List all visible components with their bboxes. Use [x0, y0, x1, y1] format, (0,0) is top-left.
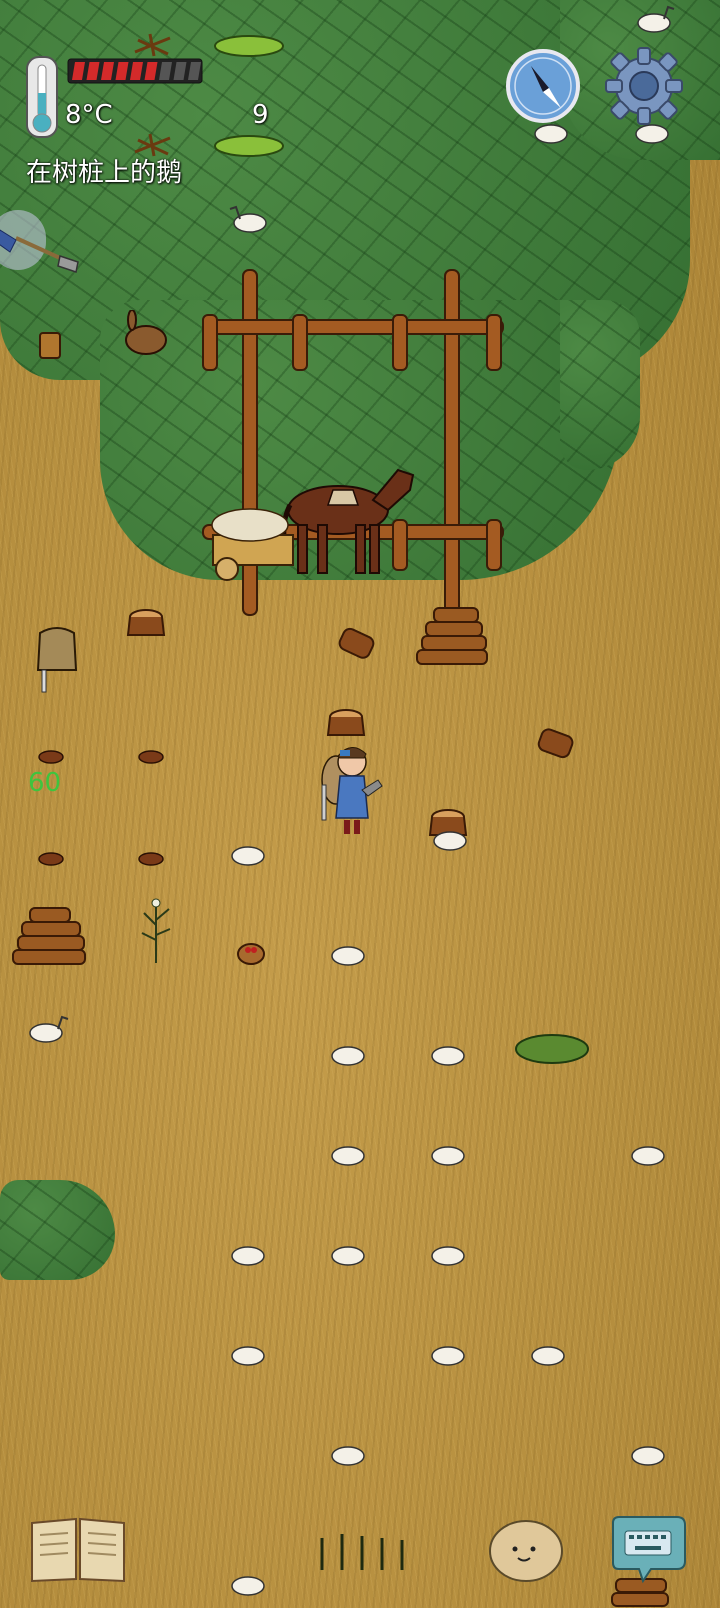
goose[interactable]: [226, 1570, 270, 1598]
gear-icon: [605, 47, 683, 125]
goose[interactable]: [626, 1140, 670, 1168]
berry-bowl[interactable]: [236, 940, 266, 966]
age-indicator: 60: [28, 768, 62, 798]
goose[interactable]: [426, 1340, 470, 1368]
goose[interactable]: [632, 5, 676, 33]
goose[interactable]: [426, 1140, 470, 1168]
game-world[interactable]: [0, 0, 720, 1608]
goose[interactable]: [426, 1040, 470, 1068]
firewood-pile[interactable]: [412, 600, 492, 670]
goose[interactable]: [326, 1040, 370, 1068]
tree-stump[interactable]: [118, 605, 174, 639]
goose[interactable]: [626, 1440, 670, 1468]
goose[interactable]: [326, 940, 370, 968]
thermometer-icon: [26, 56, 58, 138]
mushroom[interactable]: [38, 750, 64, 764]
forest-patch: [0, 1180, 115, 1280]
mushroom[interactable]: [138, 852, 164, 866]
goose[interactable]: [326, 1140, 370, 1168]
player-character[interactable]: [316, 740, 386, 840]
tree-stump[interactable]: [318, 705, 374, 739]
milkweed-plant[interactable]: [136, 895, 176, 965]
held-item-slot[interactable]: [0, 210, 79, 273]
horse-cart[interactable]: [205, 505, 305, 585]
goose[interactable]: [226, 840, 270, 868]
shovel-icon: [0, 229, 79, 273]
compass-icon: [506, 49, 580, 123]
backpack[interactable]: [32, 625, 82, 695]
emote-button[interactable]: [487, 1515, 565, 1585]
settings-button[interactable]: [603, 45, 685, 127]
log-stump[interactable]: [535, 722, 580, 777]
rabbit[interactable]: [118, 310, 173, 360]
goose[interactable]: [526, 1340, 570, 1368]
hover-label: 在树桩上的鹅: [26, 158, 183, 188]
forest-patch: [560, 300, 640, 470]
gooseberry-bush[interactable]: [512, 1025, 592, 1065]
potato-face-icon: [489, 1520, 563, 1582]
goose[interactable]: [226, 1340, 270, 1368]
compass-button[interactable]: [505, 48, 581, 124]
goose[interactable]: [26, 1015, 70, 1043]
log-stump[interactable]: [336, 622, 381, 672]
temperature-value: 8°C: [65, 100, 113, 130]
recipe-book-button[interactable]: [28, 1515, 128, 1585]
goose[interactable]: [326, 1440, 370, 1468]
hunger-count: 9: [252, 100, 269, 130]
keyboard-chat-icon: [612, 1516, 686, 1584]
wooden-bucket[interactable]: [37, 330, 63, 360]
mushroom[interactable]: [138, 750, 164, 764]
firewood-pile[interactable]: [10, 900, 90, 970]
bean-plants[interactable]: [312, 1530, 412, 1570]
goose-on-stump[interactable]: [428, 825, 472, 853]
goose[interactable]: [326, 1240, 370, 1268]
goose[interactable]: [426, 1240, 470, 1268]
goose[interactable]: [228, 205, 272, 233]
carrot-row[interactable]: [212, 32, 287, 60]
carrot-row[interactable]: [212, 132, 287, 160]
hunger-bar: [67, 58, 203, 84]
mushroom[interactable]: [38, 852, 64, 866]
goose[interactable]: [226, 1240, 270, 1268]
kindling[interactable]: [130, 30, 175, 58]
chat-button[interactable]: [605, 1515, 691, 1585]
book-icon: [31, 1517, 125, 1583]
